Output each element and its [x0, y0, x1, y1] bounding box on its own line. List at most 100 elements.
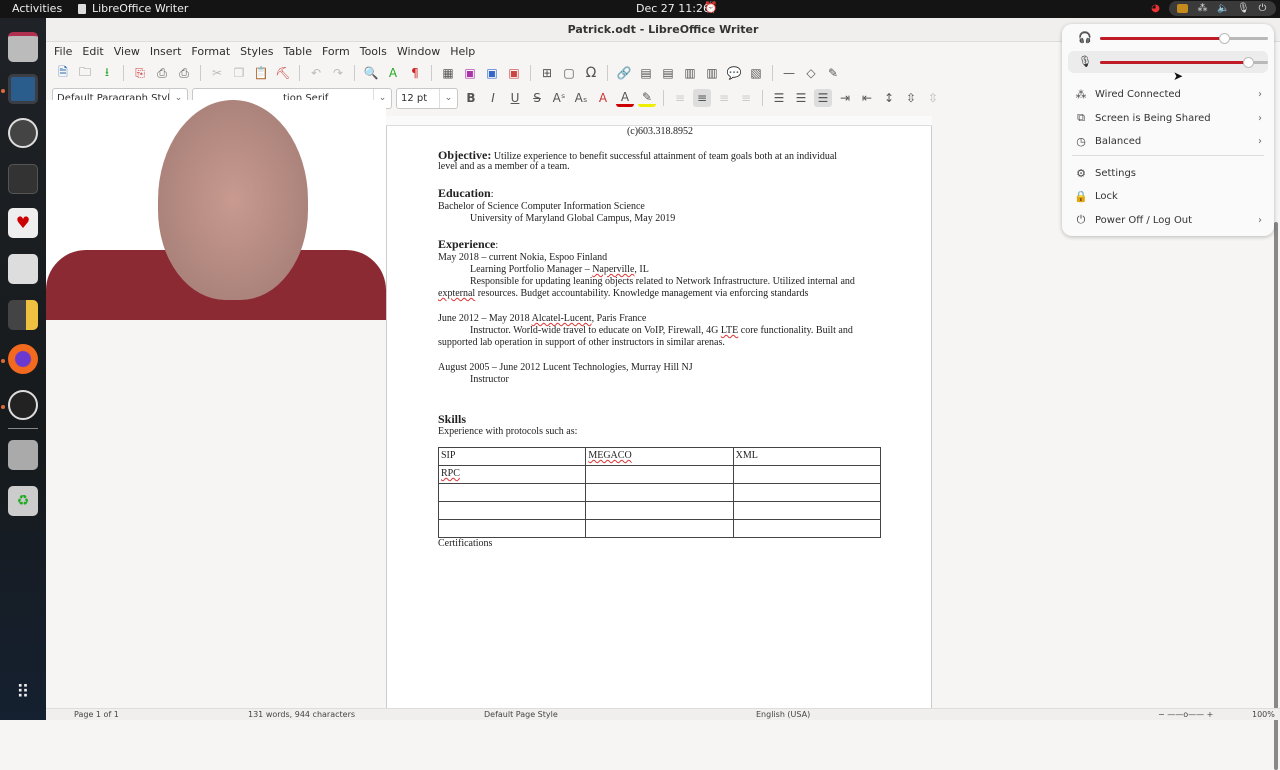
save-icon[interactable]: ⭳ — [98, 64, 116, 82]
menu-item-power-off[interactable]: ⏻ Power Off / Log Out › — [1070, 210, 1268, 230]
menu-format[interactable]: Format — [191, 45, 236, 58]
insert-table-icon[interactable]: ▦ — [439, 64, 457, 82]
obs-tray-icon[interactable]: ◕ — [1150, 3, 1161, 14]
app-menu[interactable]: LibreOffice Writer — [78, 2, 188, 15]
italic-icon[interactable]: I — [484, 89, 502, 107]
cross-reference-icon[interactable]: ▥ — [703, 64, 721, 82]
export-pdf-icon[interactable]: ⎘ — [131, 64, 149, 82]
output-volume-slider[interactable] — [1100, 33, 1268, 44]
menu-item-settings[interactable]: ⚙ Settings — [1070, 163, 1268, 183]
bold-icon[interactable]: B — [462, 89, 480, 107]
language[interactable]: English (USA) — [756, 710, 810, 719]
menu-styles[interactable]: Styles — [240, 45, 279, 58]
print-preview-icon[interactable]: ⎙ — [175, 64, 193, 82]
footnote-icon[interactable]: ▤ — [637, 64, 655, 82]
menu-edit[interactable]: Edit — [82, 45, 109, 58]
subscript-icon[interactable]: Aₛ — [572, 89, 590, 107]
insert-field-icon[interactable]: ▢ — [560, 64, 578, 82]
draw-icon[interactable]: ✎ — [824, 64, 842, 82]
new-document-icon[interactable]: 🗎 — [54, 64, 72, 82]
paragraph-spacing-icon[interactable]: ⇳ — [902, 89, 920, 107]
page-indicator[interactable]: Page 1 of 1 — [74, 710, 119, 719]
system-tray[interactable]: ◕ ⁂ 🔈 🎙 ⏻ — [1150, 1, 1276, 16]
input-volume-slider[interactable] — [1100, 57, 1268, 68]
clear-formatting-icon[interactable]: A — [594, 89, 612, 107]
cut-icon[interactable]: ✂ — [208, 64, 226, 82]
increase-indent-icon[interactable]: ⇥ — [836, 89, 854, 107]
files-icon[interactable] — [8, 32, 38, 62]
horizontal-ruler[interactable] — [386, 116, 932, 126]
hyperlink-icon[interactable]: 🔗 — [615, 64, 633, 82]
strikethrough-icon[interactable]: S — [528, 89, 546, 107]
undo-icon[interactable]: ↶ — [307, 64, 325, 82]
activities-button[interactable]: Activities — [12, 2, 62, 15]
formatting-marks-icon[interactable]: ¶ — [406, 64, 424, 82]
chevron-down-icon[interactable]: ⌄ — [439, 88, 457, 108]
clock[interactable]: Dec 27 11:26 — [636, 2, 710, 15]
outline-list-icon[interactable]: ☰ — [814, 89, 832, 107]
page-style[interactable]: Default Page Style — [484, 710, 558, 719]
find-replace-icon[interactable]: 🔍 — [362, 64, 380, 82]
comment-icon[interactable]: 💬 — [725, 64, 743, 82]
obs-icon[interactable] — [8, 390, 38, 420]
align-left-icon[interactable]: ≡ — [671, 89, 689, 107]
redo-icon[interactable]: ↷ — [329, 64, 347, 82]
print-icon[interactable]: ⎙ — [153, 64, 171, 82]
open-icon[interactable]: 🗀 — [76, 64, 94, 82]
special-character-icon[interactable]: Ω — [582, 64, 600, 82]
align-right-icon[interactable]: ≡ — [715, 89, 733, 107]
menu-table[interactable]: Table — [284, 45, 318, 58]
font-size-select[interactable]: 12 pt ⌄ — [396, 87, 458, 109]
zoom-slider[interactable]: − ——o—— + — [1158, 710, 1213, 719]
menu-help[interactable]: Help — [450, 45, 481, 58]
clone-formatting-icon[interactable]: ⛏ — [274, 64, 292, 82]
track-changes-icon[interactable]: ▧ — [747, 64, 765, 82]
word-count[interactable]: 131 words, 944 characters — [248, 710, 355, 719]
line-icon[interactable]: — — [780, 64, 798, 82]
skills-table[interactable]: SIP MEGACO XML RPC — [437, 447, 882, 538]
menu-insert[interactable]: Insert — [150, 45, 188, 58]
disc-icon[interactable] — [8, 440, 38, 470]
menu-window[interactable]: Window — [397, 45, 446, 58]
font-color-icon[interactable]: A — [616, 89, 634, 107]
calculator-icon[interactable] — [8, 300, 38, 330]
shapes-icon[interactable]: ◇ — [802, 64, 820, 82]
line-spacing-icon[interactable]: ↕ — [880, 89, 898, 107]
menu-form[interactable]: Form — [322, 45, 356, 58]
bookmark-icon[interactable]: ▥ — [681, 64, 699, 82]
underline-icon[interactable]: U — [506, 89, 524, 107]
copy-icon[interactable]: ❐ — [230, 64, 248, 82]
status-menu[interactable]: ⁂ 🔈 🎙 ⏻ — [1169, 1, 1276, 16]
insert-chart-icon[interactable]: ▣ — [483, 64, 501, 82]
vertical-scrollbar[interactable] — [1274, 222, 1278, 770]
align-center-icon[interactable]: ≡ — [693, 89, 711, 107]
menu-item-screen-share[interactable]: ⧉ Screen is Being Shared › — [1070, 108, 1268, 128]
terminal-icon[interactable] — [8, 164, 38, 194]
menu-file[interactable]: File — [54, 45, 78, 58]
page-break-icon[interactable]: ⊞ — [538, 64, 556, 82]
highlight-icon[interactable]: ✎ — [638, 89, 656, 107]
bullet-list-icon[interactable]: ☰ — [770, 89, 788, 107]
decrease-indent-icon[interactable]: ⇤ — [858, 89, 876, 107]
app-grid-icon[interactable]: ⠿ — [8, 678, 38, 708]
menu-item-power-profile[interactable]: ◷ Balanced › — [1070, 131, 1268, 151]
spelling-icon[interactable]: A — [384, 64, 402, 82]
zoom-level[interactable]: 100% — [1252, 710, 1275, 719]
sudoku-icon[interactable] — [8, 254, 38, 284]
insert-textbox-icon[interactable]: ▣ — [505, 64, 523, 82]
menu-tools[interactable]: Tools — [360, 45, 393, 58]
writer-icon[interactable] — [8, 74, 38, 104]
insert-image-icon[interactable]: ▣ — [461, 64, 479, 82]
justify-icon[interactable]: ≡ — [737, 89, 755, 107]
solitaire-icon[interactable]: ♥ — [8, 208, 38, 238]
trash-icon[interactable]: ♻ — [8, 486, 38, 516]
paragraph-spacing-decrease-icon[interactable]: ⇳ — [924, 89, 942, 107]
menu-item-wired[interactable]: ⁂ Wired Connected › — [1070, 84, 1268, 104]
software-icon[interactable] — [8, 118, 38, 148]
numbered-list-icon[interactable]: ☰ — [792, 89, 810, 107]
firefox-icon[interactable] — [8, 344, 38, 374]
menu-view[interactable]: View — [114, 45, 146, 58]
endnote-icon[interactable]: ▤ — [659, 64, 677, 82]
paste-icon[interactable]: 📋 — [252, 64, 270, 82]
document-page[interactable]: (c)603.318.8952 Objective: Utilize exper… — [386, 126, 932, 712]
